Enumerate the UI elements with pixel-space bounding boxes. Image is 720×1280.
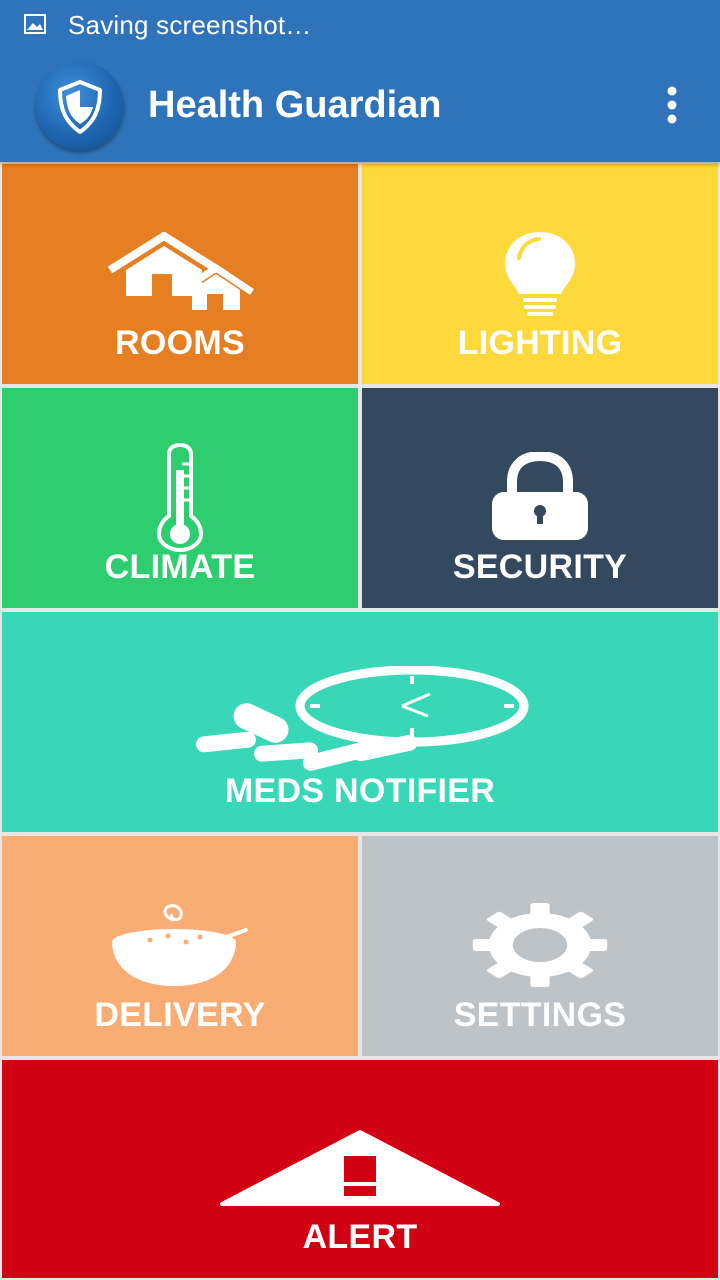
houses-icon [108, 232, 254, 310]
warning-icon [220, 1130, 500, 1206]
tile-label: SECURITY [452, 548, 628, 586]
padlock-icon [492, 452, 588, 540]
gear-icon [472, 903, 608, 987]
image-notification-icon [24, 14, 46, 34]
app-logo [36, 62, 124, 150]
tile-label: MEDS NOTIFIER [224, 772, 496, 810]
app-title: Health Guardian [148, 84, 442, 126]
soup-bowl-icon [112, 904, 248, 986]
thermometer-icon [156, 442, 204, 552]
tile-climate[interactable]: CLIMATE [2, 388, 358, 608]
tile-label: DELIVERY [94, 996, 266, 1034]
tile-rooms[interactable]: ROOMS [2, 164, 358, 384]
tile-label: ALERT [302, 1218, 418, 1256]
more-vertical-icon[interactable] [652, 80, 692, 130]
notification-text: Saving screenshot… [68, 10, 312, 40]
tile-settings[interactable]: SETTINGS [362, 836, 718, 1056]
tile-label: ROOMS [115, 324, 245, 362]
tile-label: SETTINGS [453, 996, 627, 1034]
status-bar: Saving screenshot… [0, 0, 720, 50]
tile-alert[interactable]: ALERT [2, 1060, 718, 1278]
tile-lighting[interactable]: LIGHTING [362, 164, 718, 384]
app-bar: Health Guardian [0, 50, 720, 162]
tile-meds-notifier[interactable]: MEDS NOTIFIER [2, 612, 718, 832]
tile-delivery[interactable]: DELIVERY [2, 836, 358, 1056]
pills-clock-icon [196, 666, 529, 771]
tile-security[interactable]: SECURITY [362, 388, 718, 608]
tile-label: LIGHTING [457, 324, 623, 362]
tile-label: CLIMATE [104, 548, 256, 586]
shield-icon [58, 80, 102, 134]
lightbulb-icon [505, 232, 575, 316]
